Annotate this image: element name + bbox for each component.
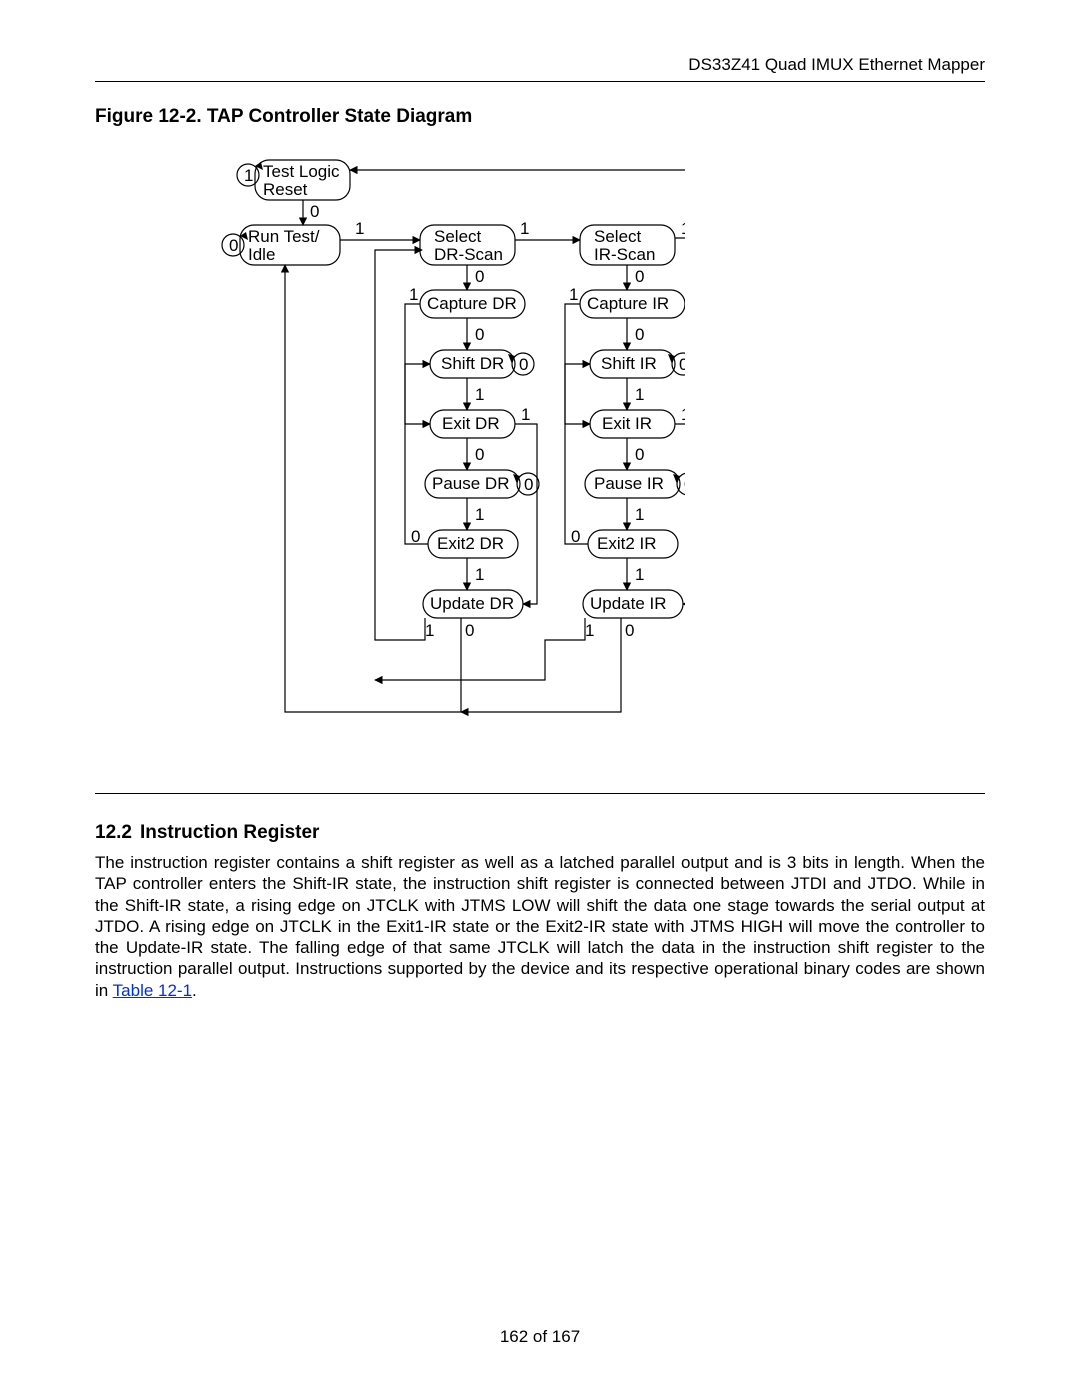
svg-text:1: 1 [681,405,685,424]
svg-text:IR-Scan: IR-Scan [594,245,655,264]
svg-text:0: 0 [679,355,685,374]
svg-text:Update IR: Update IR [590,594,667,613]
svg-text:0: 0 [635,267,644,286]
svg-text:1: 1 [635,385,644,404]
svg-text:Reset: Reset [263,180,308,199]
svg-text:1: 1 [520,219,529,238]
svg-text:1: 1 [681,219,685,238]
svg-text:0: 0 [465,621,474,640]
page: DS33Z41 Quad IMUX Ethernet Mapper Figure… [0,0,1080,1397]
svg-text:0: 0 [524,475,533,494]
table-12-1-link[interactable]: Table 12-1 [113,981,192,1000]
svg-text:0: 0 [411,527,420,546]
section-body: The instruction register contains a shif… [95,852,985,1001]
svg-text:1: 1 [475,385,484,404]
svg-text:0: 0 [635,325,644,344]
svg-text:0: 0 [684,475,685,494]
svg-text:Exit2 DR: Exit2 DR [437,534,504,553]
header-doc-title: DS33Z41 Quad IMUX Ethernet Mapper [95,55,985,82]
svg-text:1: 1 [635,505,644,524]
section-heading: 12.2 Instruction Register [95,822,985,844]
svg-text:0: 0 [519,355,528,374]
figure-bottom-rule [95,793,985,794]
svg-text:1: 1 [635,565,644,584]
state-test-logic-reset-l1: Test Logic [263,162,340,181]
section-number: 12.2 [95,822,132,843]
svg-text:1: 1 [244,166,253,185]
svg-text:1: 1 [475,505,484,524]
svg-text:1: 1 [355,219,364,238]
svg-text:0: 0 [475,325,484,344]
body-pre: The instruction register contains a shif… [95,853,985,1000]
svg-text:0: 0 [571,527,580,546]
svg-text:Pause IR: Pause IR [594,474,664,493]
svg-text:1: 1 [425,621,434,640]
svg-text:Shift DR: Shift DR [441,354,504,373]
section-title: Instruction Register [140,822,319,843]
svg-text:Capture DR: Capture DR [427,294,517,313]
svg-text:Exit2 IR: Exit2 IR [597,534,657,553]
svg-text:1: 1 [521,405,530,424]
page-footer: 162 of 167 [0,1327,1080,1347]
tap-state-diagram: Test Logic Reset Run Test/ Idle Select D… [165,150,685,765]
svg-text:0: 0 [625,621,634,640]
svg-text:Shift IR: Shift IR [601,354,657,373]
svg-text:0: 0 [475,267,484,286]
body-post: . [192,981,197,1000]
svg-text:Pause DR: Pause DR [432,474,509,493]
svg-text:0: 0 [635,445,644,464]
svg-text:Idle: Idle [248,245,275,264]
svg-text:Run Test/: Run Test/ [248,227,320,246]
svg-text:Select: Select [434,227,482,246]
svg-text:Exit IR: Exit IR [602,414,652,433]
svg-text:1: 1 [585,621,594,640]
svg-text:0: 0 [310,202,319,221]
svg-text:Capture IR: Capture IR [587,294,669,313]
svg-text:DR-Scan: DR-Scan [434,245,503,264]
svg-text:0: 0 [229,236,238,255]
svg-text:0: 0 [475,445,484,464]
svg-text:1: 1 [475,565,484,584]
svg-text:Exit DR: Exit DR [442,414,500,433]
svg-text:1: 1 [569,285,578,304]
figure-caption: Figure 12-2. TAP Controller State Diagra… [95,106,985,128]
svg-text:Update DR: Update DR [430,594,514,613]
svg-text:Select: Select [594,227,642,246]
svg-text:1: 1 [409,285,418,304]
